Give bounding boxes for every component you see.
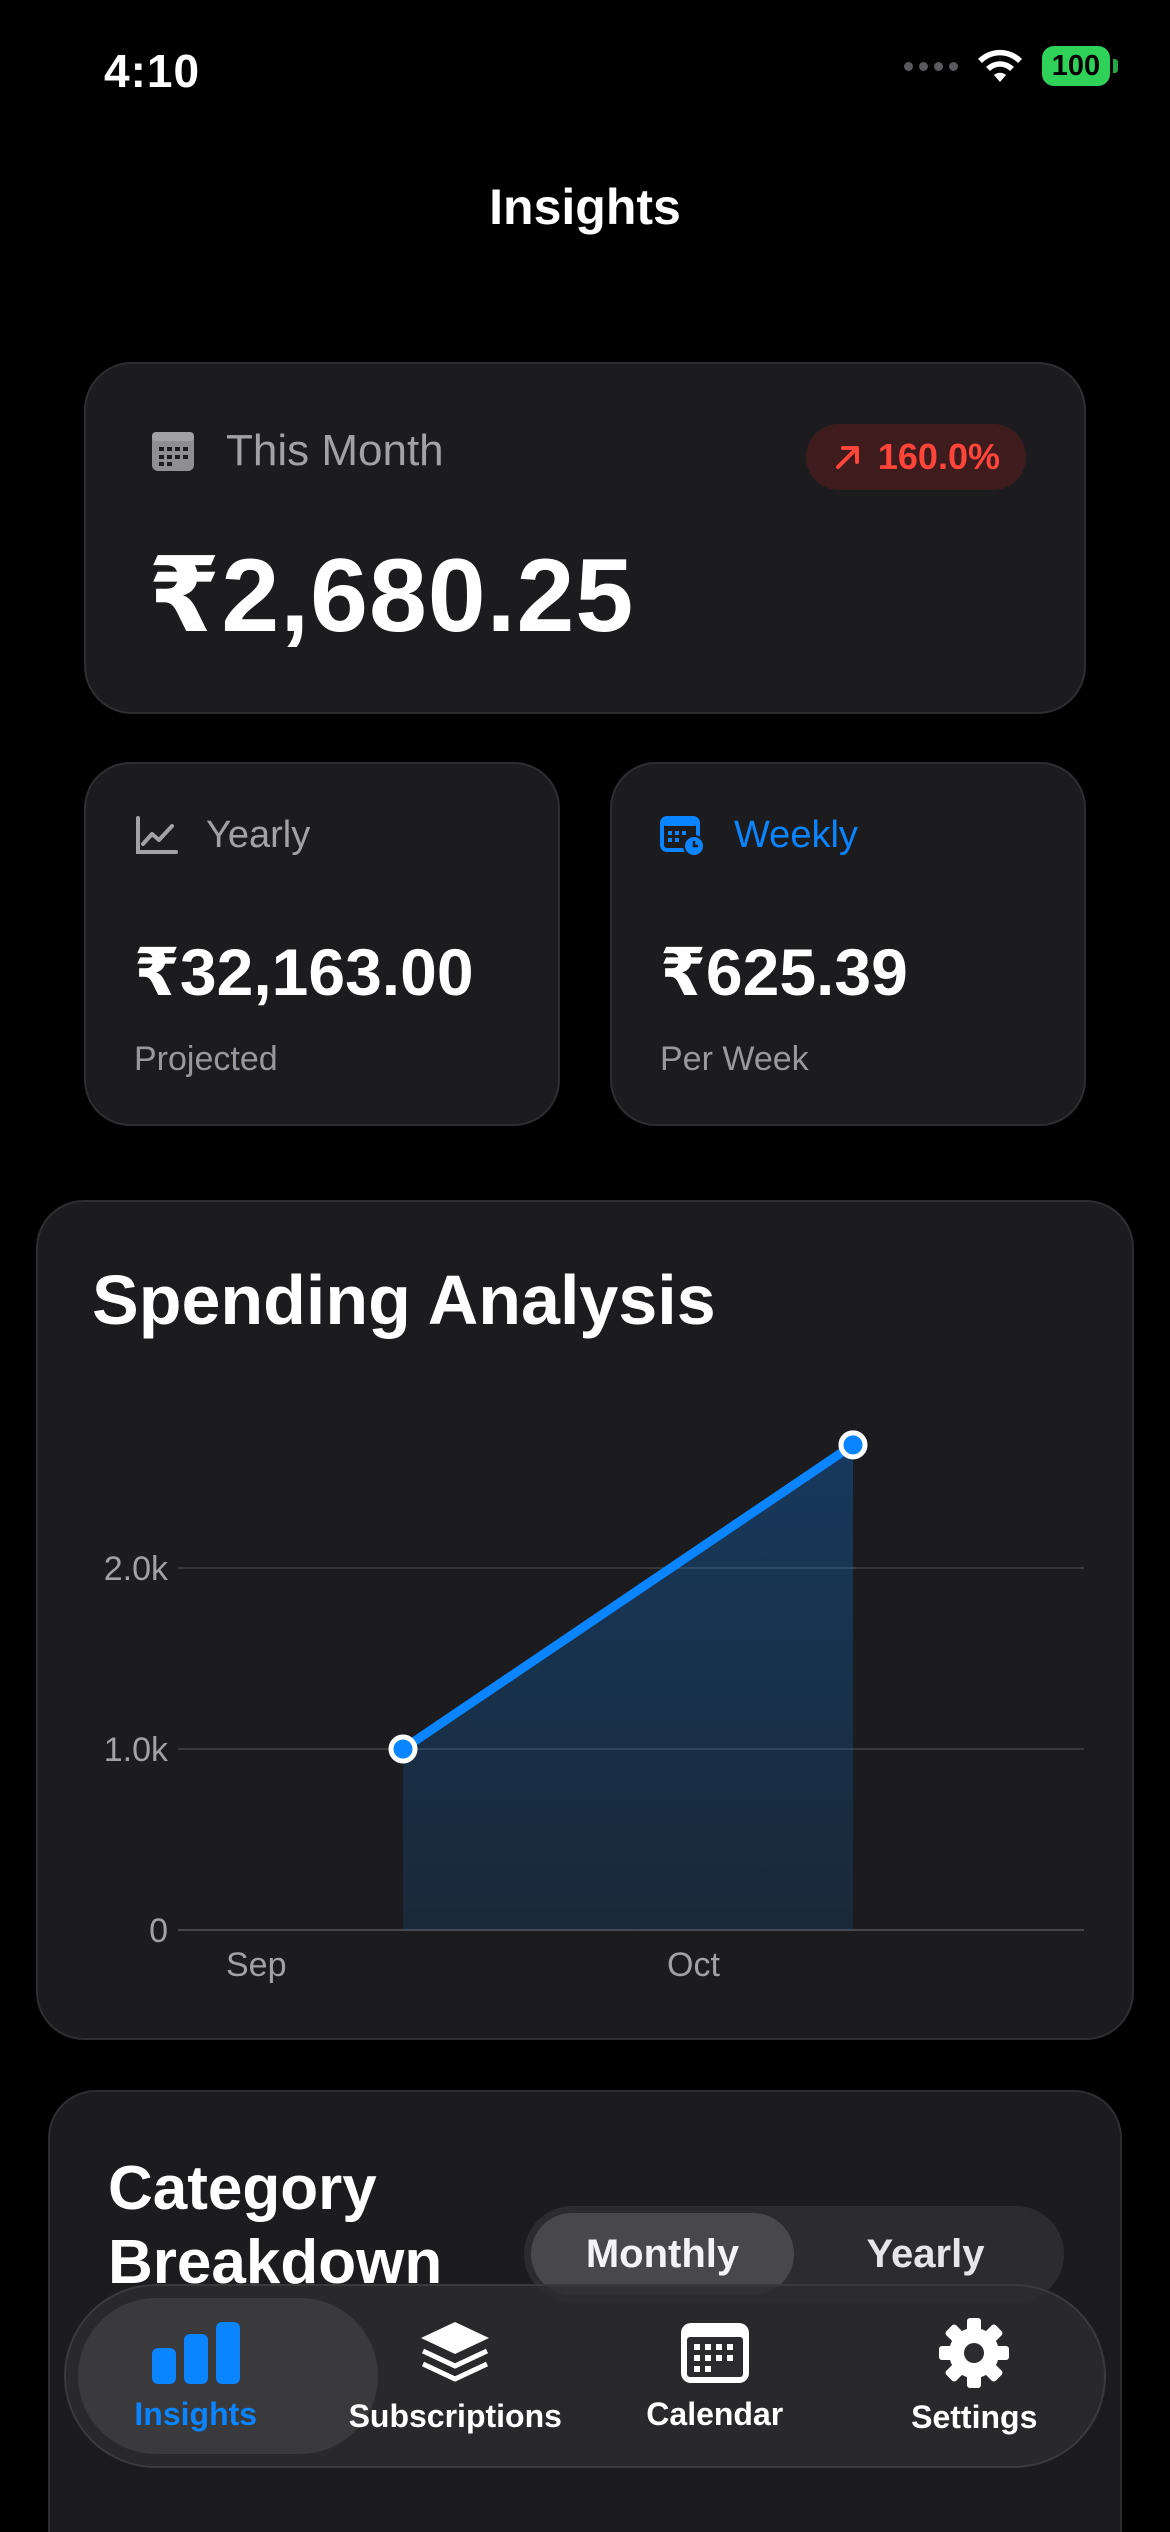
tab-settings[interactable]: Settings xyxy=(845,2286,1105,2466)
status-time: 4:10 xyxy=(104,45,201,97)
change-value: 160.0% xyxy=(877,436,1000,477)
calendar-icon xyxy=(152,432,194,471)
data-point xyxy=(838,1430,868,1460)
category-breakdown-title: Category Breakdown xyxy=(108,2154,443,2297)
y-tick-label: 0 xyxy=(149,1912,168,1950)
tab-subscriptions-label: Subscriptions xyxy=(348,2397,562,2434)
calendar-clock-icon xyxy=(660,815,705,857)
tab-calendar-label: Calendar xyxy=(646,2395,784,2432)
weekly-caption: Per Week xyxy=(660,1040,809,1078)
spending-analysis-card: Spending Analysis 0 1.0k 2.0k Sep Oct xyxy=(36,1200,1134,2040)
weekly-amount: ₹625.39 xyxy=(660,935,908,1009)
insights-screen: 4:10 100 Insights This Month 160.0% ₹2,6… xyxy=(0,0,1170,2532)
cellular-signal-icon xyxy=(904,61,958,71)
tab-settings-label: Settings xyxy=(911,2398,1038,2435)
this-month-amount: ₹2,680.25 xyxy=(148,538,635,654)
layers-icon xyxy=(421,2321,490,2381)
wifi-icon xyxy=(978,49,1022,82)
y-tick-label: 2.0k xyxy=(104,1550,169,1588)
segment-monthly[interactable]: Monthly xyxy=(531,2213,794,2295)
series-area xyxy=(403,1444,853,1930)
this-month-label: This Month xyxy=(226,426,444,475)
status-indicators: 100 xyxy=(904,46,1118,86)
page-title: Insights xyxy=(489,179,681,235)
calendar-icon xyxy=(680,2322,749,2383)
battery-level: 100 xyxy=(1042,46,1110,86)
yearly-caption: Projected xyxy=(134,1040,278,1078)
data-point xyxy=(388,1734,418,1764)
spending-chart[interactable]: 0 1.0k 2.0k Sep Oct xyxy=(38,1202,1136,2042)
this-month-header: This Month xyxy=(150,426,444,476)
weekly-header: Weekly xyxy=(660,814,858,857)
tab-insights[interactable]: Insights xyxy=(66,2286,326,2466)
chart-line-uptrend-icon xyxy=(136,815,178,854)
y-tick-label: 1.0k xyxy=(104,1731,169,1769)
x-tick-label: Oct xyxy=(667,1946,720,1984)
tab-subscriptions[interactable]: Subscriptions xyxy=(326,2286,586,2466)
this-month-card: This Month 160.0% ₹2,680.25 xyxy=(84,362,1086,714)
chart-bar-icon xyxy=(151,2321,240,2384)
arrow-up-right-icon xyxy=(835,446,859,469)
yearly-label: Yearly xyxy=(206,814,311,856)
yearly-header: Yearly xyxy=(134,814,310,857)
weekly-label: Weekly xyxy=(734,814,858,856)
yearly-amount: ₹32,163.00 xyxy=(134,935,474,1009)
x-tick-label: Sep xyxy=(226,1946,287,1984)
tab-calendar[interactable]: Calendar xyxy=(585,2286,845,2466)
weekly-card[interactable]: Weekly ₹625.39 Per Week xyxy=(610,762,1086,1126)
yearly-card[interactable]: Yearly ₹32,163.00 Projected xyxy=(84,762,560,1126)
tab-bar: Insights Subscriptions Calendar Settings xyxy=(64,2284,1106,2468)
gear-icon xyxy=(939,2317,1010,2388)
change-badge: 160.0% xyxy=(805,424,1026,490)
tab-insights-label: Insights xyxy=(134,2395,258,2432)
battery-icon: 100 xyxy=(1042,46,1118,86)
segment-yearly[interactable]: Yearly xyxy=(794,2213,1057,2295)
